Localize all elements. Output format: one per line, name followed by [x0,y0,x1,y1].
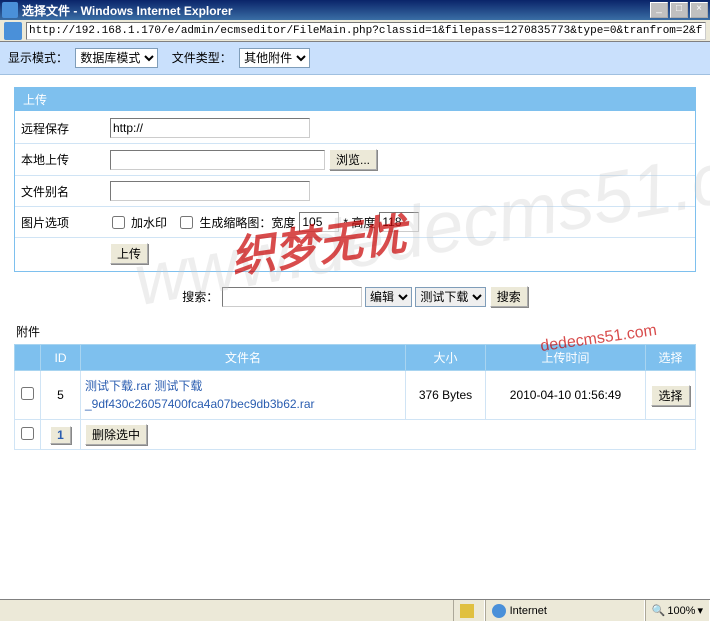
address-bar [0,20,710,42]
height-label: * 高度 [343,214,375,231]
maximize-button[interactable]: □ [670,2,688,18]
col-select: 选择 [646,345,696,371]
select-all-checkbox[interactable] [21,427,34,440]
file-type-label: 文件类型： [172,51,232,65]
watermark-label: 加水印 [131,214,167,231]
minimize-button[interactable]: _ [650,2,668,18]
row-filename: 测试下载.rar 测试下载 _9df430c26057400fca4a07bec… [81,371,406,420]
url-input[interactable] [26,22,706,40]
refresh-icon[interactable] [4,22,22,40]
table-row: 5 测试下载.rar 测试下载 _9df430c26057400fca4a07b… [15,371,696,420]
zoom-control[interactable]: 🔍 100% ▾ [645,600,710,621]
row-size: 376 Bytes [406,371,486,420]
local-file-input[interactable] [110,150,325,170]
attachment-table: ID 文件名 大小 上传时间 选择 5 测试下载.rar 测试下载 _9df43… [14,344,696,450]
file-link-2[interactable]: _9df430c26057400fca4a07bec9db3b62.rar [85,397,315,411]
shield-icon [460,604,474,618]
search-input[interactable] [222,287,362,307]
thumb-height-input[interactable] [379,212,419,232]
col-time: 上传时间 [486,345,646,371]
globe-icon [492,604,506,618]
upload-header: 上传 [15,88,695,111]
window-titlebar: 选择文件 - Windows Internet Explorer _ □ × [0,0,710,20]
col-id: ID [41,345,81,371]
thumbnail-checkbox[interactable] [180,216,193,229]
file-link-1[interactable]: 测试下载.rar 测试下载 [85,379,202,393]
upload-panel: 上传 远程保存 本地上传 浏览... 文件别名 图片选项 [14,87,696,272]
search-row: 搜索： 编辑 测试下载 搜索 [14,280,696,313]
upload-button[interactable]: 上传 [110,243,148,264]
row-time: 2010-04-10 01:56:49 [486,371,646,420]
display-mode-select[interactable]: 数据库模式 [75,48,158,68]
select-button[interactable]: 选择 [651,385,689,406]
remote-save-label: 远程保存 [15,120,110,137]
delete-selected-button[interactable]: 删除选中 [85,424,147,445]
attachment-label: 附件 [16,323,696,340]
status-bar: Internet 🔍 100% ▾ [0,599,710,621]
file-alias-input[interactable] [110,181,310,201]
image-options-label: 图片选项 [15,214,110,231]
local-upload-label: 本地上传 [15,151,110,168]
remote-url-input[interactable] [110,118,310,138]
row-id: 5 [41,371,81,420]
window-title: 选择文件 - Windows Internet Explorer [22,2,648,19]
search-button[interactable]: 搜索 [490,286,528,307]
search-label: 搜索： [182,290,218,304]
col-filename: 文件名 [81,345,406,371]
close-button[interactable]: × [690,2,708,18]
zone-label: Internet [510,605,547,617]
ie-icon [2,2,18,18]
col-size: 大小 [406,345,486,371]
thumb-width-input[interactable] [299,212,339,232]
display-mode-label: 显示模式： [8,51,68,65]
row-checkbox[interactable] [21,387,34,400]
mode-toolbar: 显示模式： 数据库模式 文件类型： 其他附件 [0,42,710,75]
file-type-select[interactable]: 其他附件 [239,48,310,68]
search-scope1-select[interactable]: 编辑 [365,287,412,307]
thumbnail-label: 生成缩略图：宽度 [199,214,295,231]
browse-button[interactable]: 浏览... [329,149,377,170]
search-scope2-select[interactable]: 测试下载 [415,287,486,307]
watermark-checkbox[interactable] [112,216,125,229]
page-number[interactable]: 1 [50,426,71,444]
file-alias-label: 文件别名 [15,183,110,200]
